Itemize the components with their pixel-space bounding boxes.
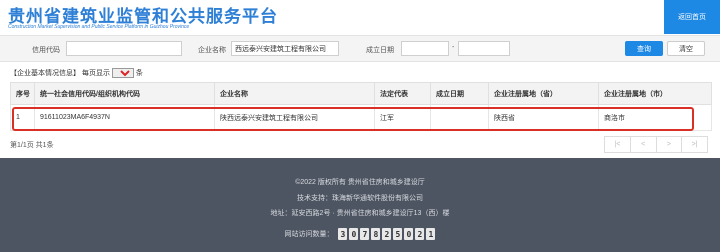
visit-counter: 网站访问数量： 3 0 7 8 2 5 0 2 1: [0, 228, 720, 240]
page-size-select[interactable]: 99: [111, 68, 134, 79]
counter-digit: 2: [415, 228, 425, 240]
column-header-province: 企业注册属地（省）: [488, 82, 599, 105]
counter-digit: 0: [404, 228, 414, 240]
next-page-button[interactable]: >: [657, 137, 683, 152]
cell-company-name[interactable]: 陕西远泰兴安建筑工程有限公司: [214, 104, 375, 131]
table-header-row: 序号 统一社会信用代码/组织机构代码 企业名称 法定代表 成立日期 企业注册属地…: [10, 82, 712, 105]
counter-digit: 5: [393, 228, 403, 240]
date-range-separator: -: [452, 44, 455, 51]
site-footer: ©2022 版权所有 贵州省住房和城乡建设厅 技术支持：珠海新华通软件股份有限公…: [0, 158, 720, 252]
established-to-input[interactable]: [458, 41, 510, 56]
prev-page-button[interactable]: <: [631, 137, 657, 152]
counter-digit: 0: [349, 228, 359, 240]
query-button[interactable]: 查询: [625, 41, 663, 56]
credit-code-input[interactable]: [66, 41, 182, 56]
first-page-button[interactable]: |<: [605, 137, 631, 152]
cell-index: 1: [10, 104, 35, 131]
visit-counter-digits: 3 0 7 8 2 5 0 2 1: [338, 228, 436, 240]
counter-digit: 1: [426, 228, 436, 240]
search-bar: 信用代码 企业名称 成立日期 - 查询 清空: [0, 35, 720, 62]
table-row[interactable]: 1 91611023MA6F4937N 陕西远泰兴安建筑工程有限公司 江军 陕西…: [10, 104, 712, 131]
cell-province: 陕西省: [488, 104, 599, 131]
site-subtitle: Construction Market Supervision and Publ…: [8, 24, 190, 30]
counter-digit: 8: [371, 228, 381, 240]
list-title: 【企业基本情况信息】: [10, 70, 80, 77]
pagination-info: 第1/1页 共1条: [10, 142, 54, 149]
column-header-credit-code: 统一社会信用代码/组织机构代码: [34, 82, 215, 105]
company-name-label: 企业名称: [198, 47, 226, 54]
cell-established-date: [430, 104, 489, 131]
footer-address: 地址：延安西路2号 · 贵州省住房和城乡建设厅13（西）楼: [270, 210, 450, 217]
column-header-established-date: 成立日期: [430, 82, 489, 105]
counter-digit: 2: [382, 228, 392, 240]
site-header: 贵州省建筑业监管和公共服务平台 Construction Market Supe…: [0, 0, 720, 34]
clear-button[interactable]: 清空: [667, 41, 705, 56]
company-name-input[interactable]: [231, 41, 339, 56]
established-date-label: 成立日期: [366, 47, 394, 54]
counter-digit: 7: [360, 228, 370, 240]
cell-credit-code: 91611023MA6F4937N: [34, 104, 215, 131]
column-header-city: 企业注册属地（市）: [598, 82, 712, 105]
page-size-unit: 条: [135, 70, 143, 77]
home-button[interactable]: 返回首页: [664, 0, 720, 34]
cell-legal-rep: 江军: [374, 104, 431, 131]
column-header-company-name: 企业名称: [214, 82, 375, 105]
last-page-button[interactable]: >|: [682, 137, 707, 152]
credit-code-label: 信用代码: [32, 47, 60, 54]
established-from-input[interactable]: [401, 41, 449, 56]
cell-city: 商洛市: [598, 104, 712, 131]
list-info: 【企业基本情况信息】 每页显示 99 条: [10, 68, 143, 79]
visit-counter-label: 网站访问数量：: [284, 230, 334, 238]
footer-copyright: ©2022 版权所有 贵州省住房和城乡建设厅: [295, 179, 425, 186]
company-table: 序号 统一社会信用代码/组织机构代码 企业名称 法定代表 成立日期 企业注册属地…: [10, 82, 712, 131]
column-header-legal-rep: 法定代表: [374, 82, 431, 105]
page-size-label: 每页显示: [81, 70, 110, 77]
counter-digit: 3: [338, 228, 348, 240]
column-header-index: 序号: [10, 82, 35, 105]
pagination: |< < > >|: [604, 136, 708, 153]
footer-support: 技术支持：珠海新华通软件股份有限公司: [297, 195, 423, 202]
